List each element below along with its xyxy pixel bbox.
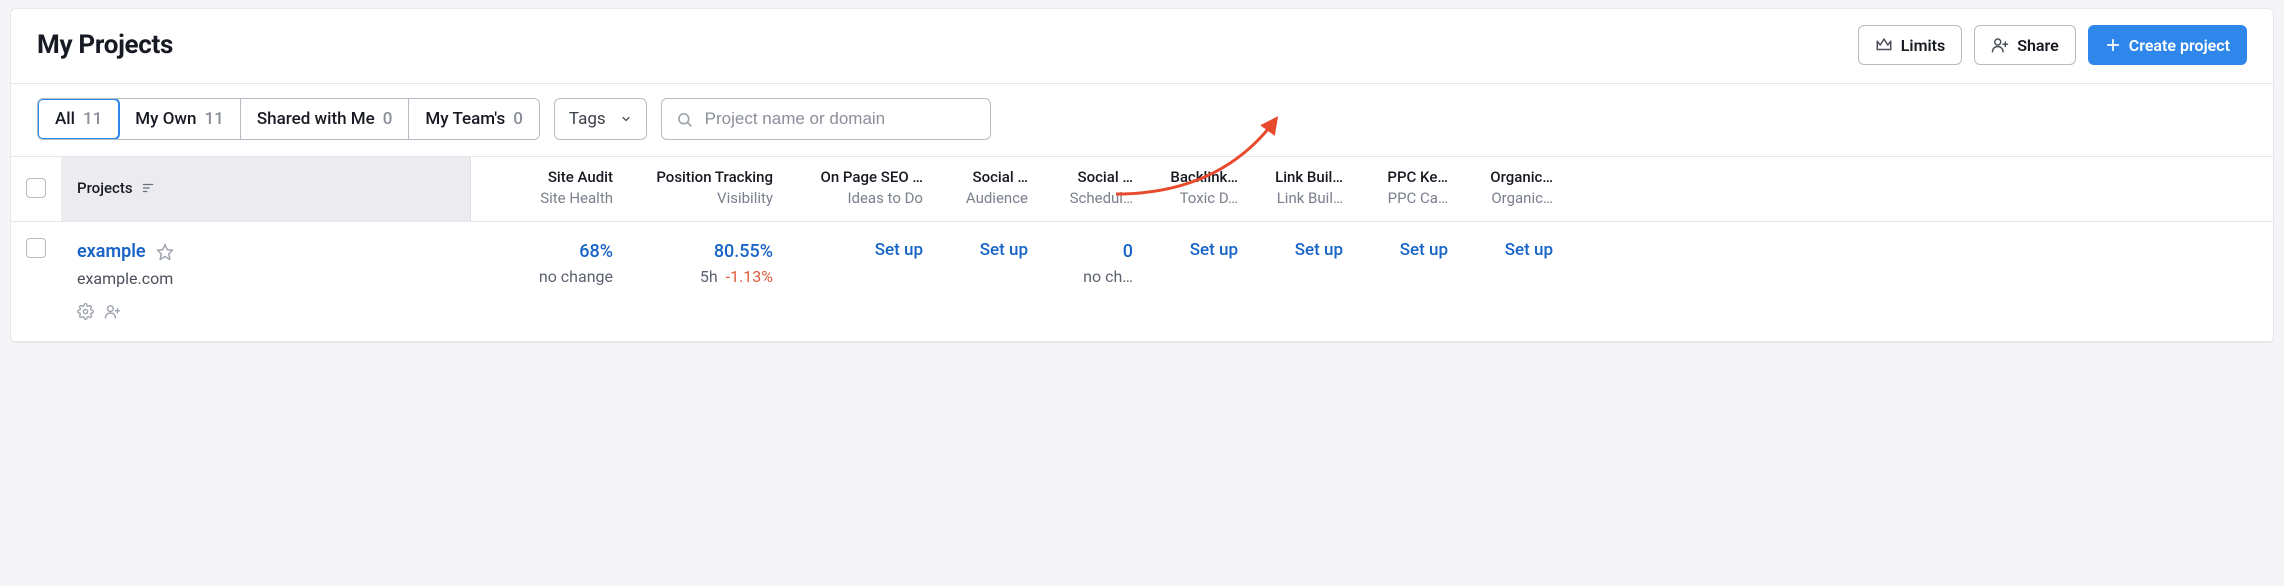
tab-label: Shared with Me [257, 109, 375, 129]
col-projects-label: Projects [77, 178, 133, 199]
col-title: Link Buil… [1275, 168, 1343, 186]
table-row: example example.com 68% no ch [11, 222, 2273, 342]
gear-icon[interactable] [77, 303, 94, 320]
tab-count: 11 [83, 109, 102, 129]
col-title: Social … [972, 168, 1028, 186]
star-icon[interactable] [156, 243, 174, 261]
chevron-down-icon [620, 113, 632, 125]
search-icon [676, 111, 693, 128]
share-label: Share [2017, 36, 2059, 55]
site-audit-value[interactable]: 68% [479, 238, 613, 265]
setup-onpage[interactable]: Set up [875, 240, 923, 260]
setup-link-building[interactable]: Set up [1295, 240, 1343, 260]
select-all-checkbox[interactable] [26, 178, 46, 198]
col-site-audit[interactable]: Site Audit Site Health [471, 157, 621, 221]
tags-label: Tags [569, 109, 606, 129]
project-name-link[interactable]: example [77, 238, 146, 265]
col-sub: Site Health [479, 188, 613, 209]
tab-label: My Team's [425, 109, 505, 129]
search-input[interactable] [703, 108, 976, 130]
tab-label: All [55, 109, 75, 129]
col-link-building[interactable]: Link Buil… Link Buil… [1246, 157, 1351, 221]
col-sub: Link Buil… [1254, 188, 1343, 209]
col-organic[interactable]: Organic… Organic… [1456, 157, 1561, 221]
col-onpage-seo[interactable]: On Page SEO … Ideas to Do [781, 157, 931, 221]
col-ppc[interactable]: PPC Ke… PPC Ca… [1351, 157, 1456, 221]
tab-shared-with-me[interactable]: Shared with Me 0 [241, 99, 410, 139]
col-sub: Ideas to Do [789, 188, 923, 209]
tab-count: 0 [383, 109, 393, 129]
col-backlink[interactable]: Backlink… Toxic D… [1141, 157, 1246, 221]
person-add-icon [1991, 36, 2009, 54]
setup-ppc[interactable]: Set up [1400, 240, 1448, 260]
filter-tabs: All 11 My Own 11 Shared with Me 0 My Tea… [37, 98, 540, 140]
tab-count: 11 [205, 109, 224, 129]
crown-icon [1875, 36, 1893, 54]
position-tracking-value[interactable]: 80.55% [629, 238, 773, 265]
project-domain: example.com [77, 267, 463, 291]
tags-dropdown[interactable]: Tags [554, 98, 647, 140]
position-tracking-age: 5h [700, 267, 718, 286]
col-sub: Schedul… [1044, 188, 1133, 209]
tab-label: My Own [135, 109, 196, 129]
tab-all[interactable]: All 11 [37, 98, 120, 140]
col-title: Organic… [1490, 168, 1553, 186]
setup-backlink[interactable]: Set up [1190, 240, 1238, 260]
create-project-button[interactable]: Create project [2088, 25, 2247, 65]
tab-my-own[interactable]: My Own 11 [119, 99, 241, 139]
col-title: Site Audit [548, 168, 613, 186]
col-title: On Page SEO … [821, 168, 924, 186]
create-project-label: Create project [2129, 36, 2230, 55]
col-projects[interactable]: Projects [61, 157, 471, 221]
position-tracking-delta: -1.13% [726, 267, 773, 286]
row-checkbox[interactable] [26, 238, 46, 258]
person-add-icon[interactable] [104, 303, 121, 320]
col-title: Backlink… [1170, 168, 1238, 186]
tab-my-teams[interactable]: My Team's 0 [409, 99, 538, 139]
col-title: Social … [1077, 168, 1133, 186]
col-sub: Visibility [629, 188, 773, 209]
page-title: My Projects [37, 30, 173, 60]
search-input-wrap[interactable] [661, 98, 991, 140]
plus-icon [2105, 37, 2121, 53]
table-header: Projects Site Audit Site Health Position… [11, 156, 2273, 222]
limits-label: Limits [1901, 36, 1945, 55]
share-button[interactable]: Share [1974, 25, 2076, 65]
col-social-schedule[interactable]: Social … Schedul… [1036, 157, 1141, 221]
col-sub: Organic… [1464, 188, 1553, 209]
col-sub: Toxic D… [1149, 188, 1238, 209]
col-title: PPC Ke… [1387, 168, 1448, 186]
col-social-audience[interactable]: Social … Audience [931, 157, 1036, 221]
sort-icon [141, 181, 155, 195]
site-audit-delta: no change [479, 265, 613, 289]
col-title: Position Tracking [656, 168, 773, 186]
tab-count: 0 [513, 109, 523, 129]
col-sub: PPC Ca… [1359, 188, 1448, 209]
col-sub: Audience [939, 188, 1028, 209]
social-schedule-delta: no ch… [1044, 265, 1133, 289]
limits-button[interactable]: Limits [1858, 25, 1962, 65]
social-schedule-value[interactable]: 0 [1044, 238, 1133, 265]
setup-organic[interactable]: Set up [1505, 240, 1553, 260]
col-position-tracking[interactable]: Position Tracking Visibility [621, 157, 781, 221]
setup-social-audience[interactable]: Set up [980, 240, 1028, 260]
